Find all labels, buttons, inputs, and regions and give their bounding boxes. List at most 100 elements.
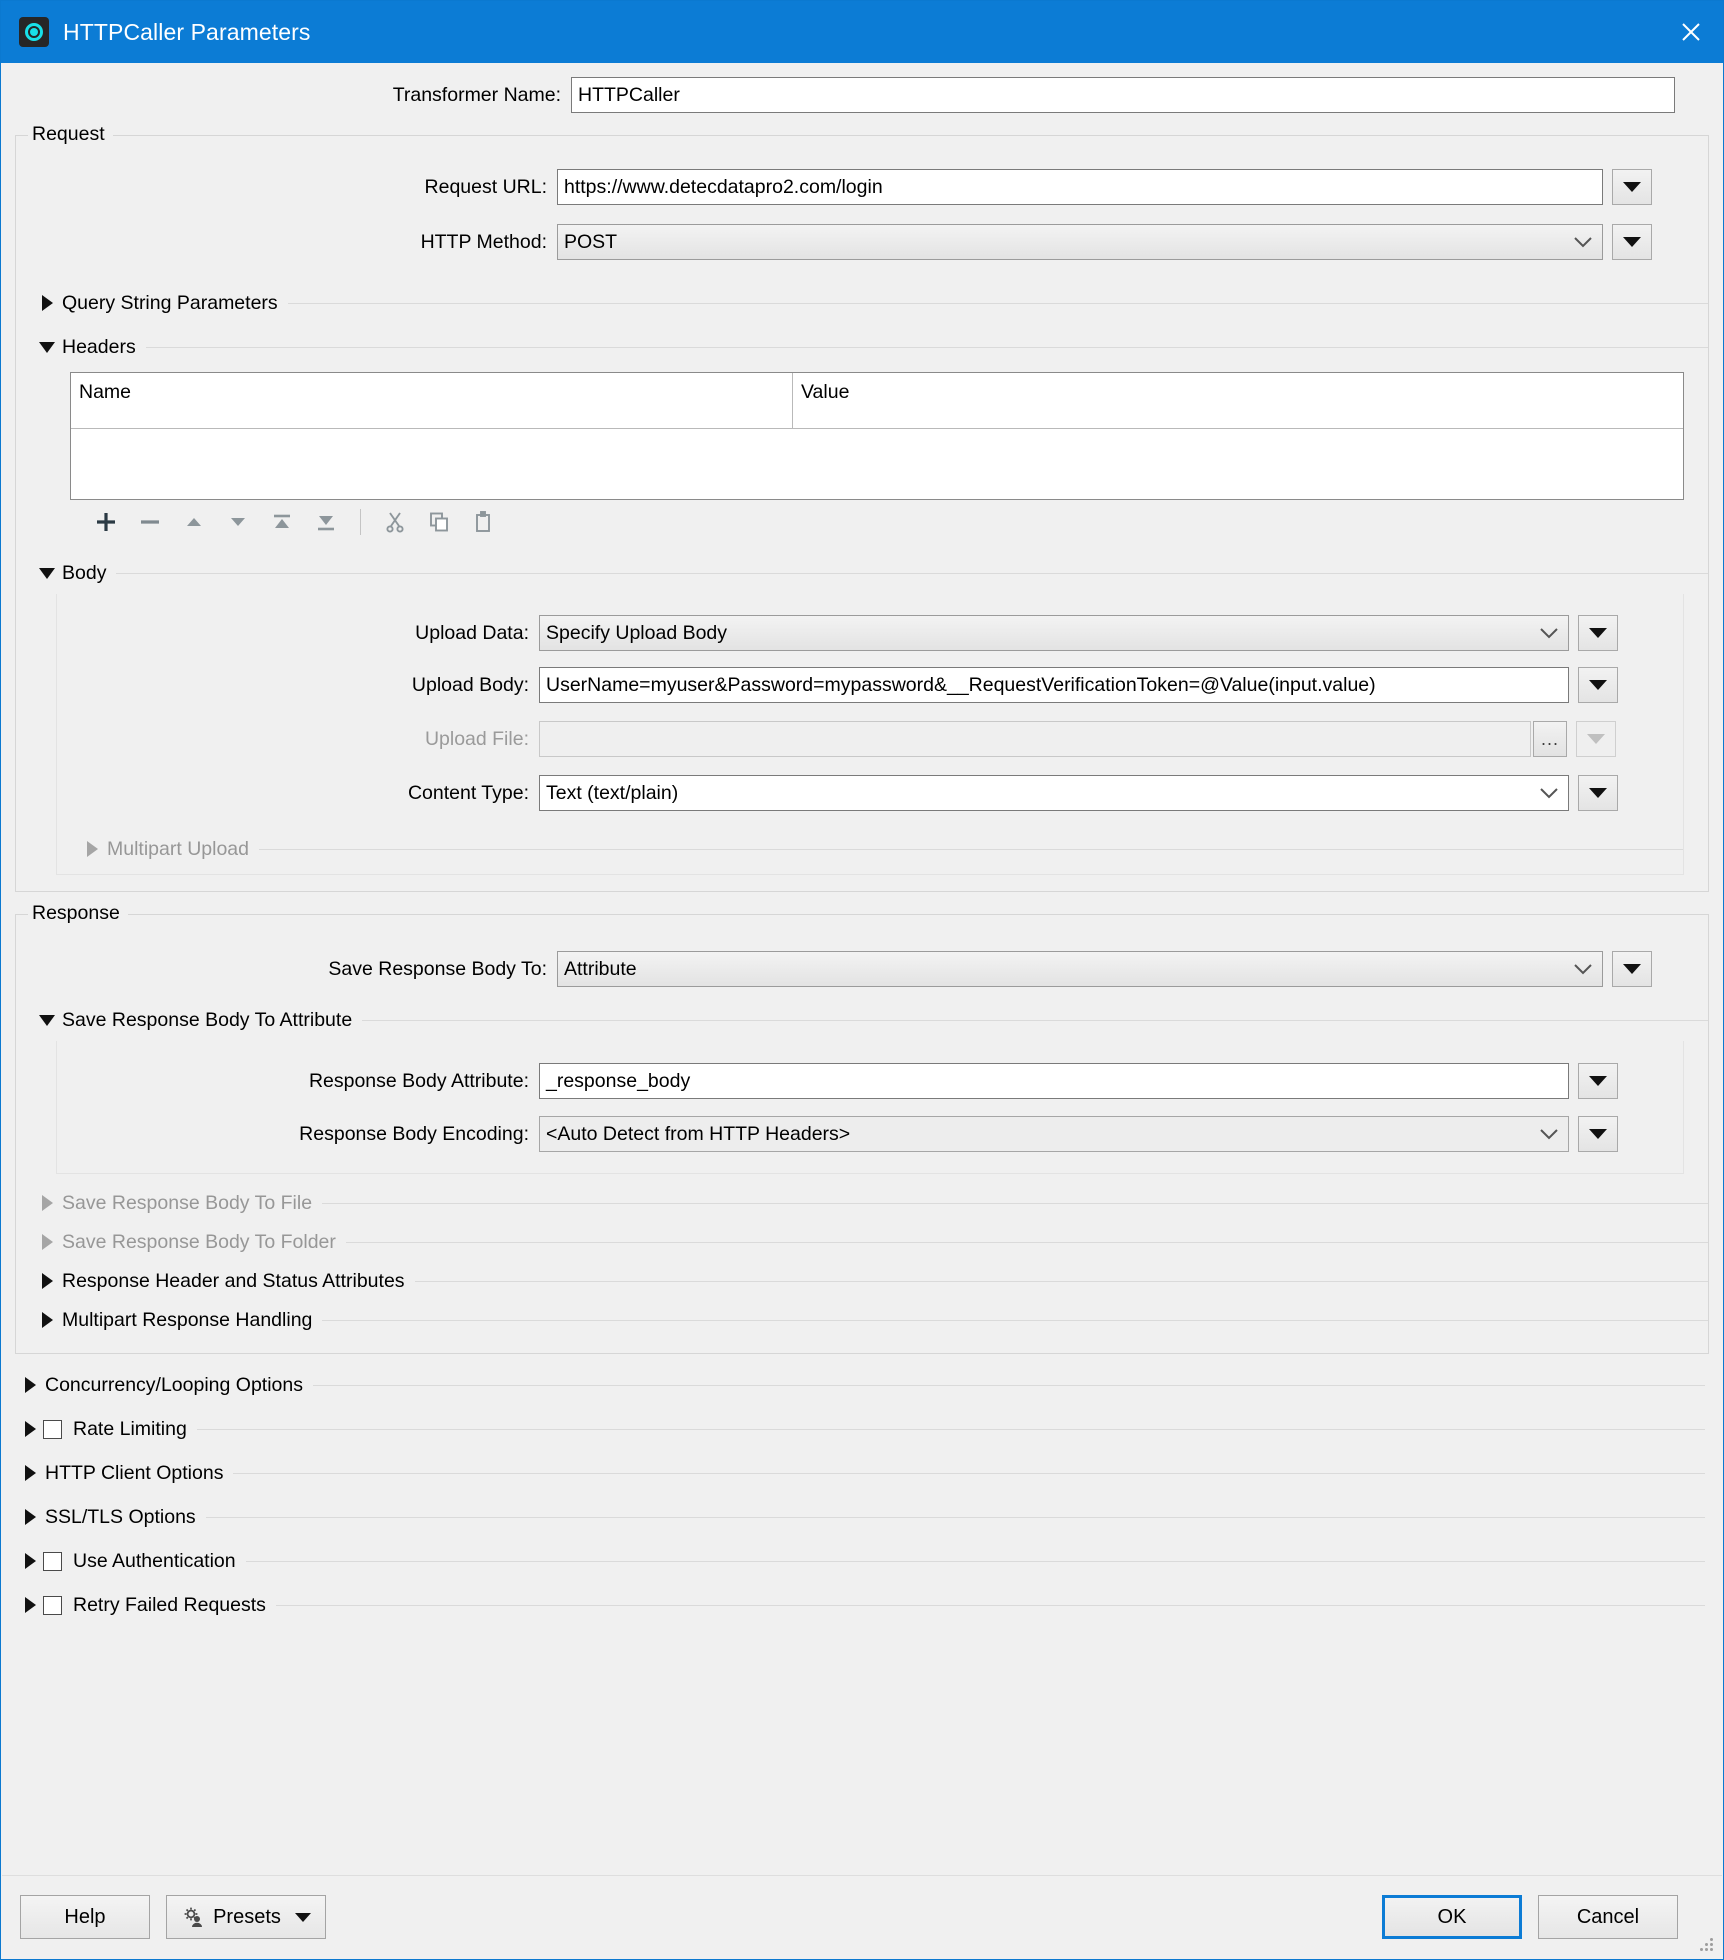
toolbar-separator (360, 509, 361, 535)
headers-label: Headers (62, 335, 136, 358)
http-client-options-expander[interactable]: HTTP Client Options (17, 1458, 1705, 1488)
divider (414, 1280, 1708, 1282)
transformer-name-row: Transformer Name: HTTPCaller (15, 63, 1709, 127)
retry-failed-requests-expander[interactable]: Retry Failed Requests (17, 1590, 1705, 1620)
query-string-parameters-label: Query String Parameters (62, 291, 278, 314)
response-body-encoding-label: Response Body Encoding: (299, 1122, 529, 1145)
request-group-title: Request (28, 123, 113, 146)
cut-button[interactable] (373, 502, 417, 542)
request-url-row: Request URL: https://www.detecdatapro2.c… (16, 160, 1708, 214)
query-string-parameters-expander[interactable]: Query String Parameters (34, 288, 1708, 318)
response-body-attribute-input[interactable]: _response_body (539, 1063, 1569, 1099)
headers-panel: Name Value (70, 372, 1684, 544)
remove-row-button[interactable] (128, 502, 172, 542)
rate-limiting-expander[interactable]: Rate Limiting (17, 1414, 1705, 1444)
use-authentication-expander[interactable]: Use Authentication (17, 1546, 1705, 1576)
multipart-upload-expander: Multipart Upload (79, 834, 1683, 864)
upload-body-input[interactable]: UserName=myuser&Password=mypassword&__Re… (539, 667, 1569, 703)
column-header-name[interactable]: Name (71, 373, 793, 428)
chevron-right-icon[interactable] (17, 1597, 43, 1613)
presets-button[interactable]: Presets (166, 1895, 326, 1939)
options-list: Concurrency/Looping Options Rate Limitin… (15, 1370, 1709, 1620)
response-group-title: Response (28, 902, 128, 925)
move-to-top-button[interactable] (260, 502, 304, 542)
headers-table[interactable]: Name Value (70, 372, 1684, 500)
http-method-combobox[interactable]: POST (557, 224, 1603, 260)
response-body-attribute-dropdown-button[interactable] (1578, 1063, 1618, 1099)
chevron-down-icon (1540, 1128, 1562, 1140)
save-response-body-to-dropdown-button[interactable] (1612, 951, 1652, 987)
content-type-row: Content Type: Text (text/plain) (57, 766, 1683, 820)
headers-table-body[interactable] (71, 429, 1683, 499)
ok-button[interactable]: OK (1382, 1895, 1522, 1939)
upload-data-row: Upload Data: Specify Upload Body (57, 608, 1683, 658)
response-body-encoding-combobox[interactable]: <Auto Detect from HTTP Headers> (539, 1116, 1569, 1152)
divider (362, 1019, 1708, 1021)
save-response-body-to-file-label: Save Response Body To File (62, 1191, 313, 1214)
cancel-button[interactable]: Cancel (1538, 1895, 1678, 1939)
http-caller-dialog: HTTPCaller Parameters Transformer Name: … (0, 0, 1724, 1960)
title-bar: HTTPCaller Parameters (1, 1, 1723, 63)
multipart-response-handling-expander[interactable]: Multipart Response Handling (34, 1305, 1708, 1335)
upload-file-row: Upload File: ... (57, 712, 1683, 766)
chevron-right-icon (79, 841, 105, 857)
chevron-down-icon[interactable] (34, 341, 60, 353)
close-icon[interactable] (1659, 1, 1723, 63)
chevron-right-icon[interactable] (17, 1553, 43, 1569)
divider (287, 302, 1708, 304)
transformer-name-input[interactable]: HTTPCaller (571, 77, 1675, 113)
dialog-button-bar: Help Presets OK Cancel (2, 1875, 1722, 1958)
add-row-button[interactable] (84, 502, 128, 542)
chevron-down-icon[interactable] (34, 1014, 60, 1026)
move-down-button[interactable] (216, 502, 260, 542)
chevron-right-icon[interactable] (17, 1421, 43, 1437)
move-up-button[interactable] (172, 502, 216, 542)
chevron-right-icon[interactable] (34, 1312, 60, 1328)
body-panel: Upload Data: Specify Upload Body Upload … (56, 594, 1684, 875)
window-title: HTTPCaller Parameters (63, 18, 311, 45)
retry-failed-requests-checkbox[interactable] (43, 1595, 62, 1615)
headers-expander[interactable]: Headers (34, 332, 1708, 362)
resize-grip[interactable] (1700, 1938, 1714, 1952)
chevron-right-icon (34, 1234, 60, 1250)
upload-data-combobox[interactable]: Specify Upload Body (539, 615, 1569, 651)
save-response-body-to-attribute-expander[interactable]: Save Response Body To Attribute (34, 1005, 1708, 1035)
move-to-bottom-button[interactable] (304, 502, 348, 542)
column-header-value[interactable]: Value (793, 373, 849, 428)
content-type-combobox[interactable]: Text (text/plain) (539, 775, 1569, 811)
upload-body-dropdown-button[interactable] (1578, 667, 1618, 703)
response-header-and-status-attributes-expander[interactable]: Response Header and Status Attributes (34, 1266, 1708, 1296)
save-to-attribute-panel: Response Body Attribute: _response_body … (56, 1041, 1684, 1174)
request-url-input[interactable]: https://www.detecdatapro2.com/login (557, 169, 1603, 205)
chevron-down-icon[interactable] (34, 567, 60, 579)
headers-toolbar (70, 500, 1684, 544)
body-expander[interactable]: Body (34, 558, 1708, 588)
paste-button[interactable] (461, 502, 505, 542)
chevron-right-icon[interactable] (17, 1509, 43, 1525)
save-response-body-to-attribute-label: Save Response Body To Attribute (62, 1008, 353, 1031)
body-label: Body (62, 561, 107, 584)
rate-limiting-checkbox[interactable] (43, 1419, 62, 1439)
concurrency-looping-options-label: Concurrency/Looping Options (45, 1373, 303, 1396)
response-body-encoding-dropdown-button[interactable] (1578, 1116, 1618, 1152)
save-response-body-to-combobox[interactable]: Attribute (557, 951, 1603, 987)
use-authentication-checkbox[interactable] (43, 1551, 62, 1571)
concurrency-looping-options-expander[interactable]: Concurrency/Looping Options (17, 1370, 1705, 1400)
chevron-down-icon (294, 1912, 311, 1922)
http-caller-icon (19, 17, 49, 47)
transformer-name-label: Transformer Name: (392, 83, 561, 106)
chevron-right-icon[interactable] (34, 1273, 60, 1289)
http-client-options-label: HTTP Client Options (45, 1461, 224, 1484)
help-button[interactable]: Help (20, 1895, 150, 1939)
http-method-dropdown-button[interactable] (1612, 224, 1652, 260)
copy-button[interactable] (417, 502, 461, 542)
chevron-right-icon[interactable] (17, 1465, 43, 1481)
upload-data-dropdown-button[interactable] (1578, 615, 1618, 651)
chevron-right-icon[interactable] (34, 295, 60, 311)
request-url-dropdown-button[interactable] (1612, 169, 1652, 205)
ssl-tls-options-expander[interactable]: SSL/TLS Options (17, 1502, 1705, 1532)
chevron-right-icon[interactable] (17, 1377, 43, 1393)
multipart-response-handling-label: Multipart Response Handling (62, 1308, 313, 1331)
upload-file-input (539, 721, 1531, 757)
content-type-dropdown-button[interactable] (1578, 775, 1618, 811)
